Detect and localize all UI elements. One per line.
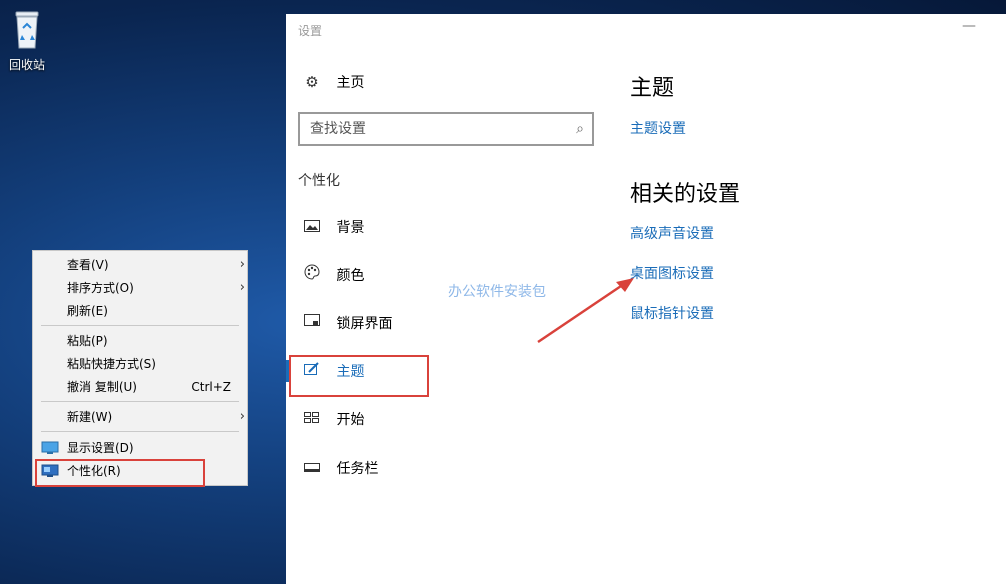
menu-item-label: 刷新(E) [67,304,108,318]
chevron-right-icon: › [239,280,245,295]
palette-icon [300,263,324,287]
section-label: 个性化 [298,173,340,189]
window-title: 设置 [298,24,323,38]
menu-item-undo-copy[interactable]: 撤消 复制(U) Ctrl+Z [67,378,231,396]
menu-separator [41,401,239,402]
nav-item-colors[interactable]: 颜色 [300,263,364,287]
link-theme-settings[interactable]: 主题设置 [630,118,686,138]
nav-home-label: 主页 [336,75,365,91]
nav-home[interactable]: ⚙ 主页 [300,70,364,94]
display-icon [41,441,59,460]
nav-item-lockscreen[interactable]: 锁屏界面 [300,311,392,335]
search-input[interactable]: 查找设置 ⌕ [298,112,594,146]
chevron-right-icon: › [239,257,245,272]
menu-item-label: 显示设置(D) [67,441,134,455]
menu-item-label: 新建(W) [67,410,113,424]
red-arrow-icon [537,278,634,344]
menu-item-new[interactable]: 新建(W) › [67,408,245,426]
menu-item-label: 排序方式(O) [67,281,134,295]
gear-icon: ⚙ [305,73,319,91]
menu-separator [41,431,239,432]
nav-item-label: 背景 [336,220,365,236]
recycle-bin-shortcut[interactable]: 回收站 [4,8,50,73]
lockscreen-icon [300,311,324,335]
menu-item-paste[interactable]: 粘贴(P) [67,332,108,350]
start-icon [300,407,324,431]
taskbar-icon [300,456,324,480]
menu-item-display-settings[interactable]: 显示设置(D) [41,439,134,457]
page-title: 主题 [630,76,675,101]
menu-item-label: 查看(V) [67,258,109,272]
nav-item-label: 锁屏界面 [336,316,393,332]
recycle-bin-icon [10,8,44,50]
minimize-button[interactable]: — [962,18,976,34]
menu-item-sort[interactable]: 排序方式(O) › [67,279,245,297]
nav-item-label: 颜色 [336,268,365,284]
menu-item-refresh[interactable]: 刷新(E) [67,302,108,320]
highlight-box-personalize [35,459,205,487]
chevron-right-icon: › [239,409,245,424]
desktop-context-menu: 查看(V) › 排序方式(O) › 刷新(E) 粘贴(P) 粘贴快捷方式(S) … [32,250,248,486]
link-advanced-sound[interactable]: 高级声音设置 [630,223,714,243]
menu-item-paste-shortcut[interactable]: 粘贴快捷方式(S) [67,355,156,373]
menu-item-label: 粘贴(P) [67,334,108,348]
image-icon [300,215,324,239]
recycle-bin-label: 回收站 [8,58,45,72]
menu-item-label: 粘贴快捷方式(S) [67,357,156,371]
menu-item-shortcut: Ctrl+Z [191,380,231,394]
nav-item-taskbar[interactable]: 任务栏 [300,456,378,480]
related-settings-heading: 相关的设置 [630,182,741,207]
nav-item-label: 任务栏 [336,461,379,477]
search-placeholder: 查找设置 [310,121,366,137]
search-icon: ⌕ [576,121,584,137]
nav-item-label: 开始 [336,412,365,428]
menu-item-view[interactable]: 查看(V) › [67,256,245,274]
nav-item-start[interactable]: 开始 [300,407,364,431]
menu-separator [41,325,239,326]
menu-item-label: 撤消 复制(U) [67,380,137,394]
highlight-box-themes [289,355,429,397]
nav-item-background[interactable]: 背景 [300,215,364,239]
